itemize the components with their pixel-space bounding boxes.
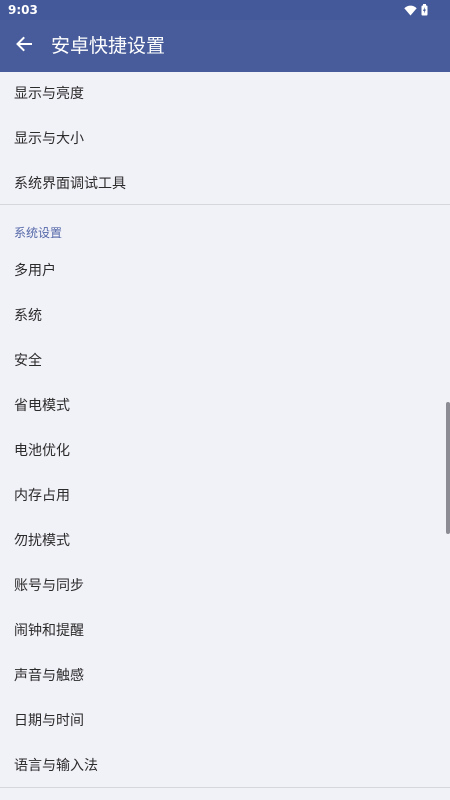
list-item-battery-saver[interactable]: 省电模式 [0,384,450,429]
section-divider [0,787,450,788]
list-item-label: 显示与亮度 [14,86,84,102]
page-title: 安卓快捷设置 [51,35,166,57]
scrollbar-thumb[interactable] [446,402,450,534]
list-item-battery-optimization[interactable]: 电池优化 [0,429,450,474]
list-item-label: 语言与输入法 [14,758,98,774]
list-item-label: 电池优化 [14,443,70,459]
list-item-label: 安全 [14,353,42,369]
list-item-label: 省电模式 [14,398,70,414]
list-item-label: 系统 [14,308,42,324]
list-item-alarms-reminders[interactable]: 闹钟和提醒 [0,609,450,654]
list-item-label: 多用户 [14,263,56,279]
settings-list[interactable]: 显示与亮度 显示与大小 系统界面调试工具 系统设置 多用户 系统 安全 省电模式… [0,72,450,800]
status-bar: 9:03 [0,0,450,20]
list-item-label: 声音与触感 [14,668,84,684]
status-time: 9:03 [8,3,38,17]
status-icons [404,4,428,16]
wifi-icon [404,5,417,16]
list-item-system-ui-tuner[interactable]: 系统界面调试工具 [0,162,450,207]
app-bar: 安卓快捷设置 [0,20,450,72]
list-item-language-input[interactable]: 语言与输入法 [0,744,450,789]
list-item-label: 闹钟和提醒 [14,623,84,639]
list-item-do-not-disturb[interactable]: 勿扰模式 [0,519,450,564]
list-item-label: 内存占用 [14,488,70,504]
list-item-label: 系统界面调试工具 [14,176,126,192]
list-item-label: 账号与同步 [14,578,84,594]
battery-icon [421,4,428,16]
list-item-system[interactable]: 系统 [0,294,450,339]
list-item-memory-usage[interactable]: 内存占用 [0,474,450,519]
list-item-display-size[interactable]: 显示与大小 [0,117,450,162]
arrow-left-icon [15,35,33,57]
list-item-accounts-sync[interactable]: 账号与同步 [0,564,450,609]
list-item-label: 日期与时间 [14,713,84,729]
list-item-display-brightness[interactable]: 显示与亮度 [0,72,450,117]
list-item-label: 勿扰模式 [14,533,70,549]
list-item-date-time[interactable]: 日期与时间 [0,699,450,744]
list-item-security[interactable]: 安全 [0,339,450,384]
list-item-multi-user[interactable]: 多用户 [0,249,450,294]
section-divider [0,204,450,205]
back-button[interactable] [10,32,38,60]
list-item-sound-haptics[interactable]: 声音与触感 [0,654,450,699]
list-item-label: 显示与大小 [14,131,84,147]
section-header-system-settings: 系统设置 [14,226,63,240]
